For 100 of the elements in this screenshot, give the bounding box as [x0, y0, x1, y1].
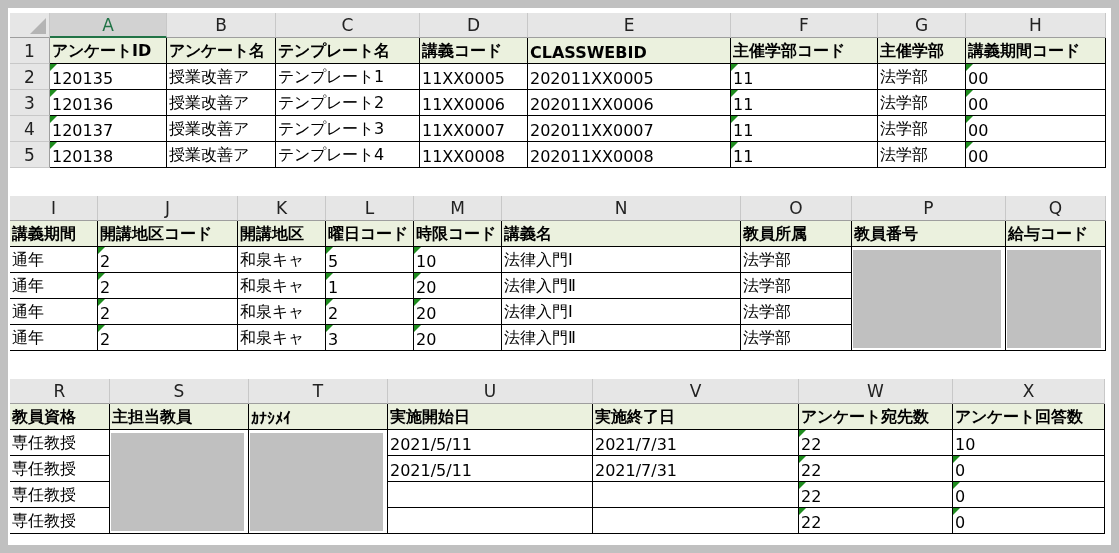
table-cell: 2: [100, 278, 111, 297]
table-cell: 専任教授: [12, 433, 76, 454]
table-cell: 法律入門Ⅰ: [504, 302, 573, 323]
table-cell: 和泉キャ: [240, 328, 304, 349]
header-cell: 主担当教員: [110, 404, 249, 430]
table-cell: 法律入門Ⅱ: [504, 328, 576, 349]
table-cell: 120136: [52, 95, 114, 114]
table-cell: 11XX0005: [422, 69, 505, 88]
table-cell: 2021/5/11: [390, 461, 473, 480]
table-cell: 法学部: [743, 302, 791, 323]
table-cell: 3: [328, 330, 339, 349]
row-header[interactable]: 1: [10, 38, 50, 64]
table-cell: 22: [801, 435, 822, 454]
header-cell: 講義名: [502, 221, 741, 247]
table-cell: 0: [955, 487, 966, 506]
table-cell: 専任教授: [12, 511, 76, 532]
table-cell: 00: [968, 69, 989, 88]
table-cell: 法学部: [743, 276, 791, 297]
table-cell: 通年: [12, 250, 44, 271]
table-cell: 和泉キャ: [240, 302, 304, 323]
header-cell: テンプレート名: [276, 38, 420, 64]
table-cell: 0: [955, 461, 966, 480]
table-cell: 11XX0007: [422, 121, 505, 140]
table-cell: 法律入門Ⅰ: [504, 250, 573, 271]
column-header[interactable]: P: [852, 196, 1006, 221]
header-cell: アンケート名: [167, 38, 276, 64]
table-cell: 10: [955, 435, 976, 454]
table-cell: 10: [416, 252, 437, 271]
header-cell: 時限コード: [414, 221, 502, 247]
column-header[interactable]: V: [593, 379, 799, 404]
column-header[interactable]: E: [528, 13, 731, 38]
column-header[interactable]: A: [50, 13, 167, 38]
column-header[interactable]: G: [878, 13, 966, 38]
header-cell: 開講地区コード: [98, 221, 238, 247]
table-cell: 授業改善ア: [169, 119, 249, 140]
column-header[interactable]: T: [249, 379, 388, 404]
table-cell: 法学部: [880, 93, 928, 114]
table-cell: 2: [100, 252, 111, 271]
row-header[interactable]: 5: [10, 142, 50, 168]
column-header[interactable]: I: [10, 196, 98, 221]
header-cell: アンケートID: [50, 38, 167, 64]
column-header[interactable]: M: [414, 196, 502, 221]
table-cell: 専任教授: [12, 459, 76, 480]
table-cell: 11: [733, 95, 754, 114]
column-header[interactable]: W: [799, 379, 953, 404]
header-cell: 主催学部: [878, 38, 966, 64]
table-cell: 120137: [52, 121, 114, 140]
table-cell: 20: [416, 278, 437, 297]
table-cell: 202011XX0007: [530, 121, 654, 140]
header-cell: 曜日コード: [326, 221, 414, 247]
select-all-icon[interactable]: [30, 18, 46, 34]
header-cell: ｶﾅｼﾒｲ: [249, 404, 388, 430]
column-header[interactable]: K: [238, 196, 326, 221]
table-cell: 22: [801, 461, 822, 480]
column-header[interactable]: D: [420, 13, 528, 38]
table-cell: 2021/7/31: [595, 461, 678, 480]
table-cell: 11: [733, 69, 754, 88]
column-header[interactable]: N: [502, 196, 741, 221]
column-header[interactable]: X: [953, 379, 1105, 404]
table-cell: テンプレート4: [278, 145, 385, 166]
column-header[interactable]: S: [110, 379, 249, 404]
header-cell: 講義期間: [10, 221, 98, 247]
header-cell: 教員所属: [741, 221, 852, 247]
header-cell: CLASSWEBID: [528, 38, 731, 64]
table-cell: 00: [968, 121, 989, 140]
table-cell: 授業改善ア: [169, 67, 249, 88]
row-header[interactable]: 3: [10, 90, 50, 116]
table-cell: テンプレート1: [278, 67, 385, 88]
column-header[interactable]: B: [167, 13, 276, 38]
row-header[interactable]: 4: [10, 116, 50, 142]
header-cell: アンケート回答数: [953, 404, 1105, 430]
table-cell: テンプレート3: [278, 119, 385, 140]
column-header[interactable]: Q: [1006, 196, 1106, 221]
header-cell: アンケート宛先数: [799, 404, 953, 430]
table-cell: 2: [100, 330, 111, 349]
table-cell: 法律入門Ⅱ: [504, 276, 576, 297]
table-cell: 1: [328, 278, 339, 297]
column-header[interactable]: U: [388, 379, 593, 404]
table-cell: 法学部: [880, 119, 928, 140]
header-cell: 講義コード: [420, 38, 528, 64]
table-cell: 通年: [12, 328, 44, 349]
table-cell: 授業改善ア: [169, 93, 249, 114]
row-header[interactable]: 2: [10, 64, 50, 90]
column-header[interactable]: J: [98, 196, 238, 221]
column-header[interactable]: O: [741, 196, 852, 221]
table-cell: 11XX0008: [422, 147, 505, 166]
table-cell: 法学部: [880, 145, 928, 166]
table-cell: 120138: [52, 147, 114, 166]
column-header[interactable]: C: [276, 13, 420, 38]
column-header[interactable]: R: [10, 379, 110, 404]
column-header[interactable]: L: [326, 196, 414, 221]
table-cell: 5: [328, 252, 339, 271]
table-cell: 00: [968, 147, 989, 166]
table-cell: 11XX0006: [422, 95, 505, 114]
table-cell: 和泉キャ: [240, 276, 304, 297]
column-header[interactable]: F: [731, 13, 878, 38]
column-header[interactable]: H: [966, 13, 1106, 38]
table-cell: 202011XX0006: [530, 95, 654, 114]
header-cell: 教員資格: [10, 404, 110, 430]
header-cell: 主催学部コード: [731, 38, 878, 64]
